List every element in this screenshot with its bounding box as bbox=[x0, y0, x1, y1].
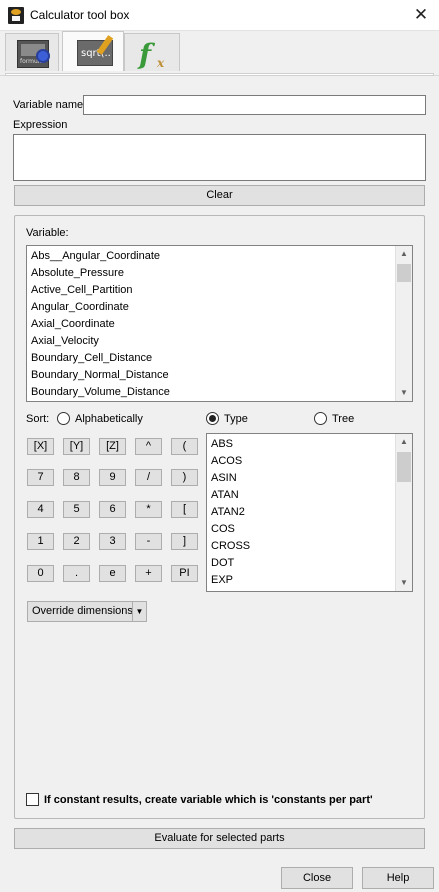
function-item[interactable]: EXP bbox=[211, 572, 394, 589]
help-button[interactable]: Help bbox=[362, 867, 434, 889]
list-item[interactable]: Boundary_Cell_Distance bbox=[31, 350, 394, 367]
function-item[interactable]: ACOS bbox=[211, 453, 394, 470]
function-list-scrollbar[interactable]: ▲ ▼ bbox=[395, 434, 412, 591]
keypad-button[interactable]: / bbox=[135, 469, 162, 486]
keypad-button[interactable]: 4 bbox=[27, 501, 54, 518]
keypad-button[interactable]: ) bbox=[171, 469, 198, 486]
function-listbox[interactable]: ABS ACOS ASIN ATAN ATAN2 COS CROSS DOT E… bbox=[206, 433, 413, 592]
keypad-button[interactable]: 0 bbox=[27, 565, 54, 582]
tab-sqrt[interactable]: sqrt(.. bbox=[62, 31, 124, 71]
window-title: Calculator tool box bbox=[30, 8, 130, 22]
keypad-button[interactable]: 7 bbox=[27, 469, 54, 486]
sort-alphabetically-label[interactable]: Alphabetically bbox=[75, 413, 143, 425]
keypad-button[interactable]: [Z] bbox=[99, 438, 126, 455]
keypad-button[interactable]: 1 bbox=[27, 533, 54, 550]
list-item[interactable]: Axial_Velocity bbox=[31, 333, 394, 350]
function-item[interactable]: ATAN2 bbox=[211, 504, 394, 521]
function-item[interactable]: ABS bbox=[211, 436, 394, 453]
function-item[interactable]: COS bbox=[211, 521, 394, 538]
keypad-button[interactable]: - bbox=[135, 533, 162, 550]
tab-panel-edge bbox=[5, 73, 434, 76]
sqrt-editor-icon: sqrt(.. bbox=[77, 35, 114, 66]
variable-list-scrollbar[interactable]: ▲ ▼ bbox=[395, 246, 412, 401]
function-item[interactable]: ASIN bbox=[211, 470, 394, 487]
keypad-button[interactable]: 5 bbox=[63, 501, 90, 518]
list-item[interactable]: Boundary_Normal_Distance bbox=[31, 367, 394, 384]
evaluate-button[interactable]: Evaluate for selected parts bbox=[14, 828, 425, 849]
keypad-button[interactable]: PI bbox=[171, 565, 198, 582]
scroll-down-arrow-icon[interactable]: ▼ bbox=[396, 575, 412, 591]
list-item[interactable]: Axial_Coordinate bbox=[31, 316, 394, 333]
sort-tree-label[interactable]: Tree bbox=[332, 413, 354, 425]
tab-function[interactable]: fx bbox=[124, 33, 180, 71]
scroll-thumb[interactable] bbox=[397, 264, 411, 282]
radio-selected-dot bbox=[209, 415, 216, 422]
expression-field[interactable] bbox=[13, 134, 426, 181]
override-dimensions-dropdown[interactable]: Override dimensions ▼ bbox=[27, 601, 147, 622]
function-fx-icon: fx bbox=[139, 38, 165, 71]
keypad-button[interactable]: 2 bbox=[63, 533, 90, 550]
override-dimensions-label: Override dimensions bbox=[32, 605, 133, 617]
clear-button[interactable]: Clear bbox=[14, 185, 425, 206]
variable-name-label: Variable name bbox=[13, 99, 84, 111]
scroll-down-arrow-icon[interactable]: ▼ bbox=[396, 385, 412, 401]
list-item[interactable]: Active_Cell_Partition bbox=[31, 282, 394, 299]
variable-list-label: Variable: bbox=[26, 227, 69, 239]
keypad-button[interactable]: 6 bbox=[99, 501, 126, 518]
function-item[interactable]: ATAN bbox=[211, 487, 394, 504]
variable-listbox[interactable]: Abs__Angular_Coordinate Absolute_Pressur… bbox=[26, 245, 413, 402]
keypad-button[interactable]: + bbox=[135, 565, 162, 582]
function-item[interactable]: DOT bbox=[211, 555, 394, 572]
list-item[interactable]: Boundary_Volume_Distance bbox=[31, 384, 394, 401]
keypad-button[interactable]: ] bbox=[171, 533, 198, 550]
keypad-button[interactable]: [Y] bbox=[63, 438, 90, 455]
sort-tree-radio[interactable] bbox=[314, 412, 327, 425]
keypad-button[interactable]: [ bbox=[171, 501, 198, 518]
keypad-button[interactable]: ^ bbox=[135, 438, 162, 455]
tab-formula[interactable]: formula bbox=[5, 33, 59, 71]
keypad-button[interactable]: * bbox=[135, 501, 162, 518]
keypad-button[interactable]: 8 bbox=[63, 469, 90, 486]
keypad-button[interactable]: ( bbox=[171, 438, 198, 455]
list-item[interactable]: Absolute_Pressure bbox=[31, 265, 394, 282]
keypad-button[interactable]: [X] bbox=[27, 438, 54, 455]
expression-label: Expression bbox=[13, 119, 68, 131]
keypad-button[interactable]: . bbox=[63, 565, 90, 582]
list-item[interactable]: Abs__Angular_Coordinate bbox=[31, 248, 394, 265]
constants-per-part-label[interactable]: If constant results, create variable whi… bbox=[44, 794, 373, 806]
sort-type-label[interactable]: Type bbox=[224, 413, 248, 425]
sort-type-radio[interactable] bbox=[206, 412, 219, 425]
constants-per-part-checkbox[interactable] bbox=[26, 793, 39, 806]
sort-alphabetically-radio[interactable] bbox=[57, 412, 70, 425]
scroll-up-arrow-icon[interactable]: ▲ bbox=[396, 434, 412, 450]
function-item[interactable]: CROSS bbox=[211, 538, 394, 555]
close-window-icon[interactable]: ✕ bbox=[409, 4, 433, 26]
chevron-down-icon[interactable]: ▼ bbox=[132, 602, 146, 621]
list-item[interactable]: Angular_Coordinate bbox=[31, 299, 394, 316]
variable-name-input[interactable] bbox=[83, 95, 426, 115]
tab-strip: formula sqrt(.. fx bbox=[0, 31, 439, 76]
sort-label: Sort: bbox=[26, 413, 50, 425]
formula-calculator-icon: formula bbox=[17, 40, 50, 68]
close-button[interactable]: Close bbox=[281, 867, 353, 889]
keypad-button[interactable]: 3 bbox=[99, 533, 126, 550]
app-logo-icon bbox=[8, 7, 24, 24]
keypad-button[interactable]: 9 bbox=[99, 469, 126, 486]
scroll-up-arrow-icon[interactable]: ▲ bbox=[396, 246, 412, 262]
keypad-button[interactable]: e bbox=[99, 565, 126, 582]
scroll-thumb[interactable] bbox=[397, 452, 411, 482]
